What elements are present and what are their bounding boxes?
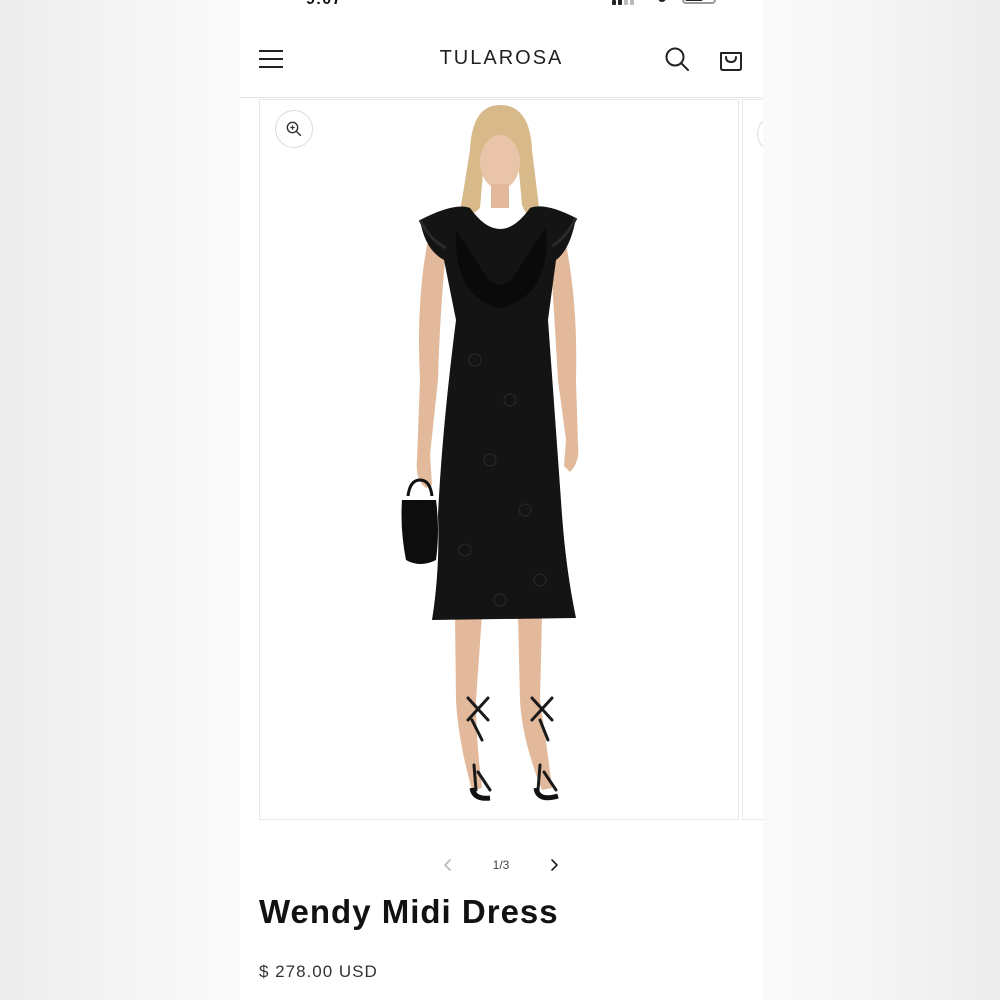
zoom-in-icon	[757, 116, 763, 152]
zoom-in-icon[interactable]	[275, 110, 313, 148]
shopping-bag-icon[interactable]	[716, 44, 746, 74]
product-image-gallery[interactable]	[259, 99, 739, 820]
product-price: $ 278.00 USD	[259, 962, 378, 981]
chevron-right-icon[interactable]	[543, 854, 565, 876]
status-time: 9:07	[306, 0, 342, 9]
mobile-screen: 9:07 TULAROSA	[240, 0, 763, 1000]
slide-counter: 1/3	[492, 858, 510, 872]
next-slide-preview[interactable]	[742, 99, 763, 820]
wifi-icon	[658, 0, 666, 2]
status-bar: 9:07	[240, 0, 763, 12]
cell-signal-icon	[612, 0, 634, 5]
product-image	[260, 100, 738, 819]
product-title: Wendy Midi Dress	[259, 893, 559, 930]
gallery-pager: 1/3	[240, 850, 763, 880]
site-header: TULAROSA	[240, 18, 763, 98]
search-icon[interactable]	[662, 44, 692, 74]
battery-icon	[682, 0, 716, 4]
chevron-left-icon[interactable]	[437, 854, 459, 876]
page-backdrop-right	[763, 0, 1000, 1000]
page-backdrop-left	[0, 0, 240, 1000]
